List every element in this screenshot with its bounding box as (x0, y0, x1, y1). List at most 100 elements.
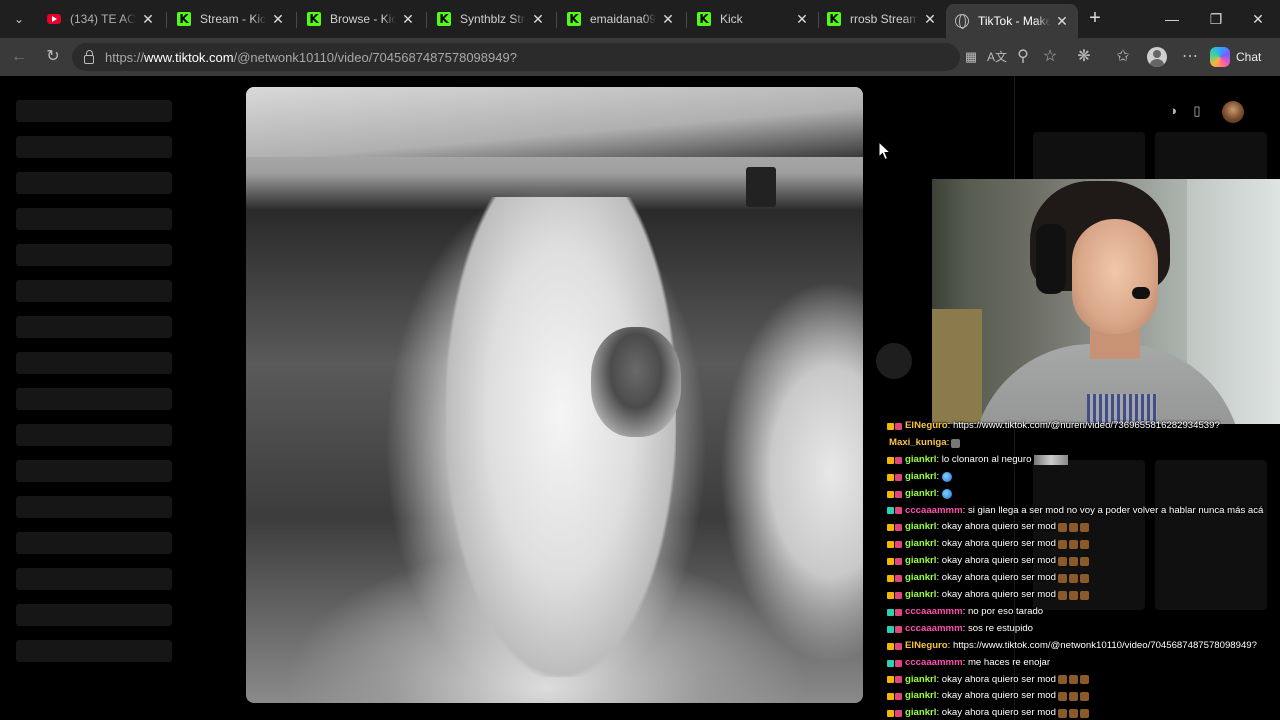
tab-kick-browse[interactable]: Browse - Kick Streaming ✕ (298, 4, 424, 34)
emote-icon (1057, 590, 1067, 600)
chat-username[interactable]: giankrl (905, 553, 936, 570)
sidebar-placeholder (16, 388, 172, 410)
url-path: /@netwonk10110/video/7045687487578098949… (233, 49, 517, 65)
chat-username[interactable]: giankrl (905, 469, 936, 486)
address-bar[interactable]: https://www.tiktok.com/@netwonk10110/vid… (72, 43, 960, 71)
chat-username[interactable]: ElNeguro (905, 418, 948, 435)
new-tab-icon[interactable]: + (1084, 8, 1106, 30)
tab-synthblz[interactable]: Synthblz Stream ✕ (428, 4, 554, 34)
creator-avatar[interactable] (1222, 101, 1244, 123)
teal-badge-icon (887, 659, 894, 667)
tab-close-icon[interactable]: ✕ (922, 11, 938, 28)
favorites-icon[interactable]: ✩ (1112, 46, 1134, 68)
lock-icon[interactable] (84, 49, 94, 64)
autoscroll-icon[interactable]: ◑ (1163, 101, 1183, 121)
device-icon[interactable]: ▯ (1187, 101, 1207, 121)
sidebar-placeholder (16, 244, 172, 266)
pink-badge-icon (895, 642, 902, 650)
translate-icon[interactable]: A文 (986, 46, 1008, 68)
action-button-placeholder[interactable] (876, 343, 912, 379)
chat-username[interactable]: cccaaammm (905, 655, 963, 672)
more-menu-icon[interactable]: ⋯ (1179, 46, 1201, 68)
emote-icon (1068, 709, 1078, 719)
copilot-chat-button[interactable]: Chat (1210, 44, 1261, 70)
favorite-star-icon[interactable]: ☆ (1039, 46, 1061, 68)
tab-emaidana09[interactable]: emaidana09 Stream ✕ (558, 4, 684, 34)
app-available-icon[interactable]: ▦ (960, 46, 982, 68)
chat-username[interactable]: giankrl (905, 587, 936, 604)
chat-text: : okay ahora quiero ser mod (936, 538, 1056, 550)
zoom-icon[interactable]: ⚲ (1012, 46, 1034, 68)
tab-close-icon[interactable]: ✕ (140, 11, 156, 28)
chat-message: giankrl: okay ahora quiero ser mod (887, 587, 1089, 604)
chat-username[interactable]: giankrl (905, 452, 936, 469)
tab-kick-dashboard[interactable]: Stream - Kick Dashboard ✕ (168, 4, 294, 34)
chat-username[interactable]: giankrl (905, 688, 936, 705)
emote-icon (1057, 557, 1067, 567)
tab-close-icon[interactable]: ✕ (530, 11, 546, 28)
chat-username[interactable]: giankrl (905, 536, 936, 553)
refresh-icon[interactable]: ↻ (42, 46, 64, 68)
chat-text: : (936, 470, 940, 482)
gold-badge-icon (887, 524, 894, 532)
chat-username[interactable]: giankrl (905, 705, 936, 720)
teal-badge-icon (887, 507, 894, 515)
chat-username[interactable]: cccaaammm (905, 503, 963, 520)
tab-rrosb[interactable]: rrosb Stream - Kick ✕ (818, 4, 946, 34)
chat-username[interactable]: giankrl (905, 519, 936, 536)
extensions-icon[interactable]: ❋ (1073, 46, 1095, 68)
tab-tiktok[interactable]: TikTok - Make Your Day ✕ (946, 4, 1078, 38)
chat-message: giankrl: okay ahora quiero ser mod (887, 705, 1089, 720)
gold-badge-icon (887, 676, 894, 684)
chat-username[interactable]: Maxi_kuniga (889, 435, 947, 452)
chat-message: ElNeguro: https://www.tiktok.com/@nuren/… (887, 418, 1220, 435)
globe-icon (954, 13, 970, 29)
profile-avatar[interactable] (1146, 46, 1168, 68)
tab-youtube[interactable]: (134) TE ACORDAS ✕ (38, 4, 164, 34)
tab-close-icon[interactable]: ✕ (660, 11, 676, 28)
globe-emote-icon (942, 489, 953, 500)
webcam-shelf (932, 309, 982, 424)
pink-badge-icon (895, 659, 902, 667)
chat-username[interactable]: ElNeguro (905, 638, 948, 655)
tab-close-icon[interactable]: ✕ (1054, 13, 1070, 30)
gold-badge-icon (887, 642, 894, 650)
headset-icon (1036, 224, 1066, 294)
back-icon[interactable]: ← (8, 46, 30, 68)
chat-message: giankrl: okay ahora quiero ser mod (887, 570, 1089, 587)
tab-kick[interactable]: Kick ✕ (688, 4, 818, 34)
sidebar-placeholder (16, 568, 172, 590)
pink-badge-icon (895, 693, 902, 701)
sidebar-placeholder (16, 532, 172, 554)
globe-emote-icon (942, 472, 953, 483)
restore-icon[interactable]: ❐ (1196, 6, 1236, 32)
tab-close-icon[interactable]: ✕ (794, 11, 810, 28)
chat-username[interactable]: giankrl (905, 672, 936, 689)
emote-icon (1057, 523, 1067, 533)
tab-strip: ⌄ (134) TE ACORDAS ✕ Stream - Kick Dashb… (0, 0, 1280, 38)
gold-badge-icon (887, 456, 894, 464)
tab-actions-menu-icon[interactable]: ⌄ (8, 8, 30, 30)
chat-username[interactable]: cccaaammm (905, 621, 963, 638)
sidebar-placeholder (16, 460, 172, 482)
chat-message: cccaaammm: me haces re enojar (887, 655, 1050, 672)
chat-text: : okay ahora quiero ser mod (936, 673, 1056, 685)
browser-toolbar: ← ↻ https://www.tiktok.com/@netwonk10110… (0, 38, 1280, 76)
tab-close-icon[interactable]: ✕ (400, 11, 416, 28)
gold-badge-icon (887, 541, 894, 549)
emote-icon (1079, 590, 1089, 600)
chat-username[interactable]: cccaaammm (905, 604, 963, 621)
chat-text: : no por eso tarado (962, 605, 1044, 617)
close-window-icon[interactable]: ✕ (1238, 6, 1278, 32)
tab-title: (134) TE ACORDAS (70, 12, 136, 26)
chat-username[interactable]: giankrl (905, 570, 936, 587)
chat-label: Chat (1236, 50, 1262, 64)
minimize-icon[interactable]: — (1152, 6, 1192, 32)
tab-title: Kick (720, 12, 743, 26)
chat-username[interactable]: giankrl (905, 486, 936, 503)
kick-icon (436, 11, 452, 27)
url-scheme: https:// (105, 49, 145, 65)
video-player[interactable] (246, 87, 863, 703)
tab-close-icon[interactable]: ✕ (270, 11, 286, 28)
emote-icon (1068, 692, 1078, 702)
